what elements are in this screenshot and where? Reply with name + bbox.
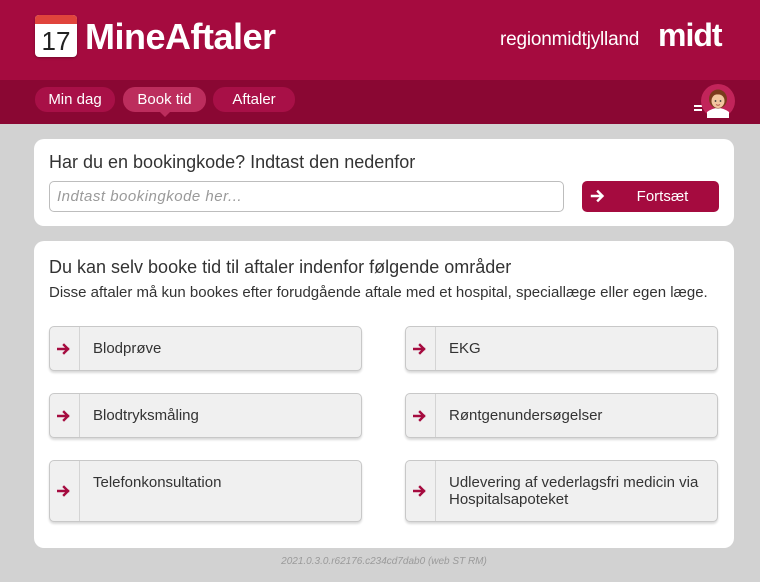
tab-book-tid[interactable]: Book tid <box>123 87 206 117</box>
area-label: Telefonkonsultation <box>93 474 222 491</box>
area-label: Blodprøve <box>93 339 162 357</box>
arrow-right-icon <box>413 342 426 355</box>
area-telefonkonsultation-button[interactable]: Telefonkonsultation <box>49 460 362 522</box>
region-name: regionmidtjylland <box>500 29 640 50</box>
area-medicin-udlevering-button[interactable]: Udlevering af vederlagsfri medicin via H… <box>405 460 718 522</box>
tab-aftaler[interactable]: Aftaler <box>213 87 295 112</box>
booking-code-input[interactable] <box>49 181 564 212</box>
tab-min-dag[interactable]: Min dag <box>35 87 115 112</box>
area-blodprove-button[interactable]: Blodprøve <box>49 326 362 371</box>
area-label: EKG <box>449 339 481 357</box>
app-header: 17 MineAftaler regionmidtjylland midt <box>0 0 760 80</box>
user-avatar-icon[interactable] <box>701 84 735 118</box>
booking-code-card: Har du en bookingkode? Indtast den neden… <box>34 139 734 226</box>
calendar-icon: 17 <box>35 15 77 57</box>
area-label: Blodtryksmåling <box>93 406 199 424</box>
region-logo: midt <box>658 17 723 53</box>
booking-areas-card: Du kan selv booke tid til aftaler indenf… <box>34 241 734 548</box>
arrow-right-icon <box>57 485 70 497</box>
arrow-right-icon <box>413 409 426 422</box>
areas-subtitle: Disse aftaler må kun bookes efter forudg… <box>49 284 708 301</box>
calendar-icon-top <box>35 15 77 24</box>
area-label: Røntgenundersøgelser <box>449 406 603 424</box>
arrow-right-icon <box>590 189 605 203</box>
area-rontgen-button[interactable]: Røntgenundersøgelser <box>405 393 718 438</box>
version-text: 2021.0.3.0.r62176.c234cd7dab0 (web ST RM… <box>281 556 487 567</box>
continue-button-label: Fortsæt <box>636 188 689 205</box>
arrow-right-icon <box>57 342 70 355</box>
arrow-right-icon <box>57 409 70 422</box>
app-title: MineAftaler <box>85 16 276 57</box>
area-blodtryksmaling-button[interactable]: Blodtryksmåling <box>49 393 362 438</box>
continue-button[interactable]: Fortsæt <box>582 181 719 212</box>
main-nav: Min dag Book tid Aftaler <box>0 80 760 124</box>
arrow-right-icon <box>413 485 426 497</box>
area-label: Udlevering af vederlagsfri medicin via H… <box>449 474 699 508</box>
area-ekg-button[interactable]: EKG <box>405 326 718 371</box>
calendar-day: 17 <box>41 26 71 56</box>
areas-heading: Du kan selv booke tid til aftaler indenf… <box>49 257 512 277</box>
booking-heading: Har du en bookingkode? Indtast den neden… <box>49 152 416 172</box>
